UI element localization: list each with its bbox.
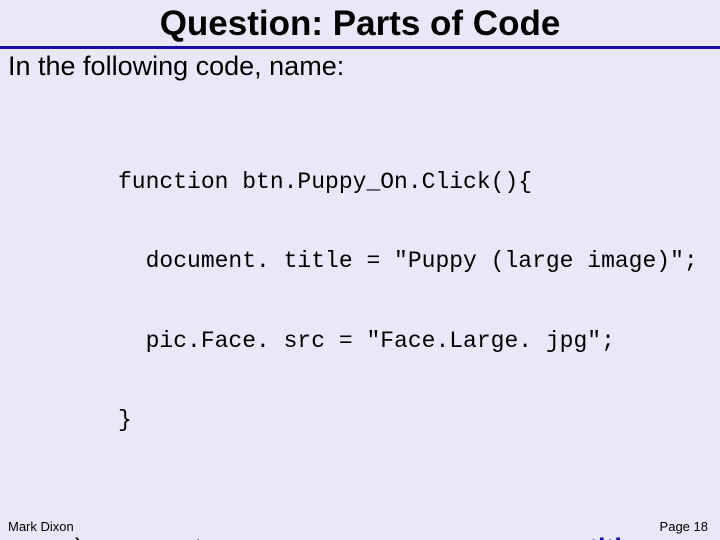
list-item-text: a property xyxy=(94,530,216,540)
code-line: function btn.Puppy_On.Click(){ xyxy=(118,169,720,195)
code-block: function btn.Puppy_On.Click(){ document.… xyxy=(118,116,720,486)
code-line: pic.Face. src = "Face.Large. jpg"; xyxy=(118,328,720,354)
question-list: a) a property b) a keyword c) an object … xyxy=(44,530,295,540)
slide-title: Question: Parts of Code xyxy=(0,4,720,46)
footer-page-prefix: Page xyxy=(660,519,694,534)
title-wrap: Question: Parts of Code xyxy=(0,0,720,49)
answers-column: title src function document pic.Face cli… xyxy=(295,530,720,540)
footer-page-number: 18 xyxy=(694,519,708,534)
answer-row: title src xyxy=(295,530,700,540)
slide: Question: Parts of Code In the following… xyxy=(0,0,720,540)
title-rule xyxy=(0,46,720,49)
footer-author: Mark Dixon xyxy=(8,519,74,534)
code-line: document. title = "Puppy (large image)"; xyxy=(118,248,720,274)
code-line: } xyxy=(118,407,720,433)
lead-text: In the following code, name: xyxy=(8,51,720,82)
footer-page: Page 18 xyxy=(660,519,708,534)
list-item: a) a property xyxy=(44,530,295,540)
columns: a) a property b) a keyword c) an object … xyxy=(0,530,720,540)
